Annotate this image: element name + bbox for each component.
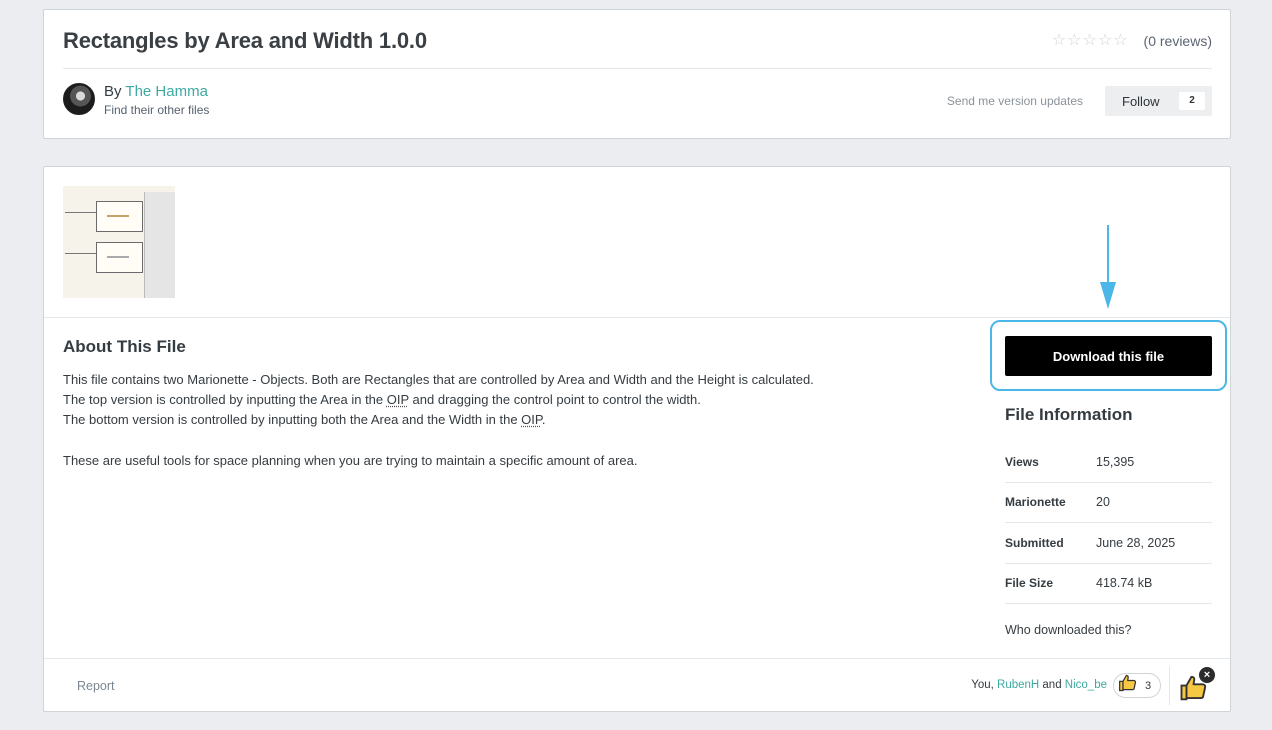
divider: [44, 658, 1230, 659]
reviews-count: (0 reviews): [1143, 33, 1212, 49]
author-byline: By The Hamma: [104, 83, 208, 100]
star-icon[interactable]: ☆: [1113, 33, 1127, 49]
file-main-card: About This File This file contains two M…: [43, 166, 1231, 712]
star-icon[interactable]: ☆: [1052, 33, 1066, 49]
liker-link[interactable]: RubenH: [997, 679, 1039, 691]
author-link[interactable]: The Hamma: [125, 83, 208, 100]
info-value: June 28, 2025: [1096, 535, 1176, 550]
star-rating[interactable]: ☆ ☆ ☆ ☆ ☆: [1052, 33, 1128, 49]
thumbs-up-icon: [1118, 673, 1138, 698]
star-icon[interactable]: ☆: [1067, 33, 1081, 49]
info-key: Marionette: [1005, 495, 1066, 510]
who-downloaded-link[interactable]: Who downloaded this?: [1005, 623, 1131, 637]
info-key: Views: [1005, 454, 1039, 469]
close-icon[interactable]: ×: [1199, 667, 1215, 683]
oip-abbr: OIP: [521, 412, 542, 427]
info-key: Submitted: [1005, 535, 1064, 550]
description-line: This file contains two Marionette - Obje…: [63, 372, 814, 387]
about-title: About This File: [63, 337, 186, 356]
divider: [1169, 666, 1170, 705]
file-header-card: Rectangles by Area and Width 1.0.0 ☆ ☆ ☆…: [43, 9, 1231, 139]
page-title: Rectangles by Area and Width 1.0.0: [63, 28, 427, 53]
oip-abbr: OIP: [386, 392, 409, 407]
thumbnail-detail: [65, 212, 96, 213]
info-row: Views 15,395: [1005, 442, 1212, 483]
file-information-title: File Information: [1005, 405, 1133, 424]
download-button[interactable]: Download this file: [1005, 336, 1212, 376]
report-link[interactable]: Report: [77, 679, 115, 693]
arrow-down-icon: [1100, 282, 1116, 309]
arrow-down-icon: [1107, 225, 1109, 285]
star-icon[interactable]: ☆: [1083, 33, 1097, 49]
thumbnail-detail: [65, 253, 96, 254]
file-screenshot-thumbnail[interactable]: [63, 186, 175, 298]
star-icon[interactable]: ☆: [1098, 33, 1112, 49]
thumbnail-detail: [107, 256, 129, 258]
thumbnail-detail: [107, 215, 129, 217]
description-line: The top version is controlled by inputti…: [63, 392, 701, 407]
reaction-count: 3: [1145, 679, 1152, 692]
thumbnail-detail: [144, 192, 175, 298]
info-key: File Size: [1005, 576, 1054, 591]
reaction-count-pill[interactable]: 3: [1113, 673, 1161, 698]
description-line: The bottom version is controlled by inpu…: [63, 412, 546, 427]
reactions-summary: You, RubenH and Nico_be: [971, 679, 1107, 691]
avatar[interactable]: [63, 83, 95, 115]
file-information-table: Views 15,395 Marionette 20 Submitted Jun…: [1005, 442, 1212, 604]
liker-link[interactable]: Nico_be: [1065, 679, 1107, 691]
info-row: Submitted June 28, 2025: [1005, 523, 1212, 564]
follow-button[interactable]: Follow 2: [1105, 86, 1212, 116]
follow-count: 2: [1179, 92, 1205, 110]
info-value: 15,395: [1096, 454, 1135, 469]
divider: [44, 317, 1230, 318]
file-description: This file contains two Marionette - Obje…: [63, 370, 963, 471]
divider: [63, 68, 1212, 69]
info-row: File Size 418.74 kB: [1005, 564, 1212, 604]
send-updates-link[interactable]: Send me version updates: [947, 94, 1083, 108]
rating: ☆ ☆ ☆ ☆ ☆ (0 reviews): [1052, 33, 1212, 50]
by-prefix: By: [104, 83, 122, 100]
react-button[interactable]: ×: [1179, 667, 1215, 703]
follow-label: Follow: [1122, 93, 1160, 109]
other-files-link[interactable]: Find their other files: [104, 103, 209, 117]
info-value: 418.74 kB: [1096, 576, 1153, 591]
description-line: These are useful tools for space plannin…: [63, 453, 638, 468]
info-row: Marionette 20: [1005, 483, 1212, 523]
info-value: 20: [1096, 495, 1110, 510]
